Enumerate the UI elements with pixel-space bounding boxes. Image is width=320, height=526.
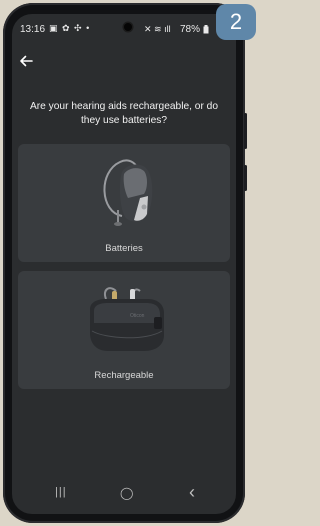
option-rechargeable-card[interactable]: Oticon Rechargeable: [18, 271, 230, 389]
svg-text:Oticon: Oticon: [130, 313, 145, 319]
phone-frame: 13:16 ▣ ✿ ✣ • ✕ ≋ ıll 78% Are your heari…: [3, 3, 247, 523]
system-back-button[interactable]: ‹: [189, 482, 195, 503]
status-time: 13:16: [20, 24, 46, 35]
screen: 13:16 ▣ ✿ ✣ • ✕ ≋ ıll 78% Are your heari…: [12, 14, 236, 514]
system-nav-bar: ||| ◯ ‹: [12, 476, 236, 514]
volume-button: [244, 113, 247, 149]
page-question: Are your hearing aids rechargeable, or d…: [29, 101, 219, 126]
front-camera: [124, 23, 132, 31]
signal-icons: ✕ ≋ ıll: [144, 24, 171, 34]
notification-icons: ▣ ✿ ✣ •: [49, 23, 91, 33]
option-batteries-card[interactable]: Batteries: [18, 144, 230, 262]
recent-apps-button[interactable]: |||: [55, 486, 67, 498]
charger-case-icon: Oticon: [90, 287, 164, 351]
step-number-badge: 2: [216, 4, 256, 40]
option-rechargeable-label: Rechargeable: [94, 370, 154, 381]
back-arrow-icon[interactable]: [18, 54, 34, 68]
battery-icon: [203, 25, 209, 34]
battery-percentage: 78%: [180, 24, 201, 35]
status-bar: 13:16 ▣ ✿ ✣ • ✕ ≋ ıll 78%: [12, 14, 236, 42]
option-batteries-label: Batteries: [105, 243, 143, 254]
power-button: [244, 165, 247, 191]
hearing-aid-icon: [103, 159, 153, 226]
home-button[interactable]: ◯: [120, 486, 133, 500]
